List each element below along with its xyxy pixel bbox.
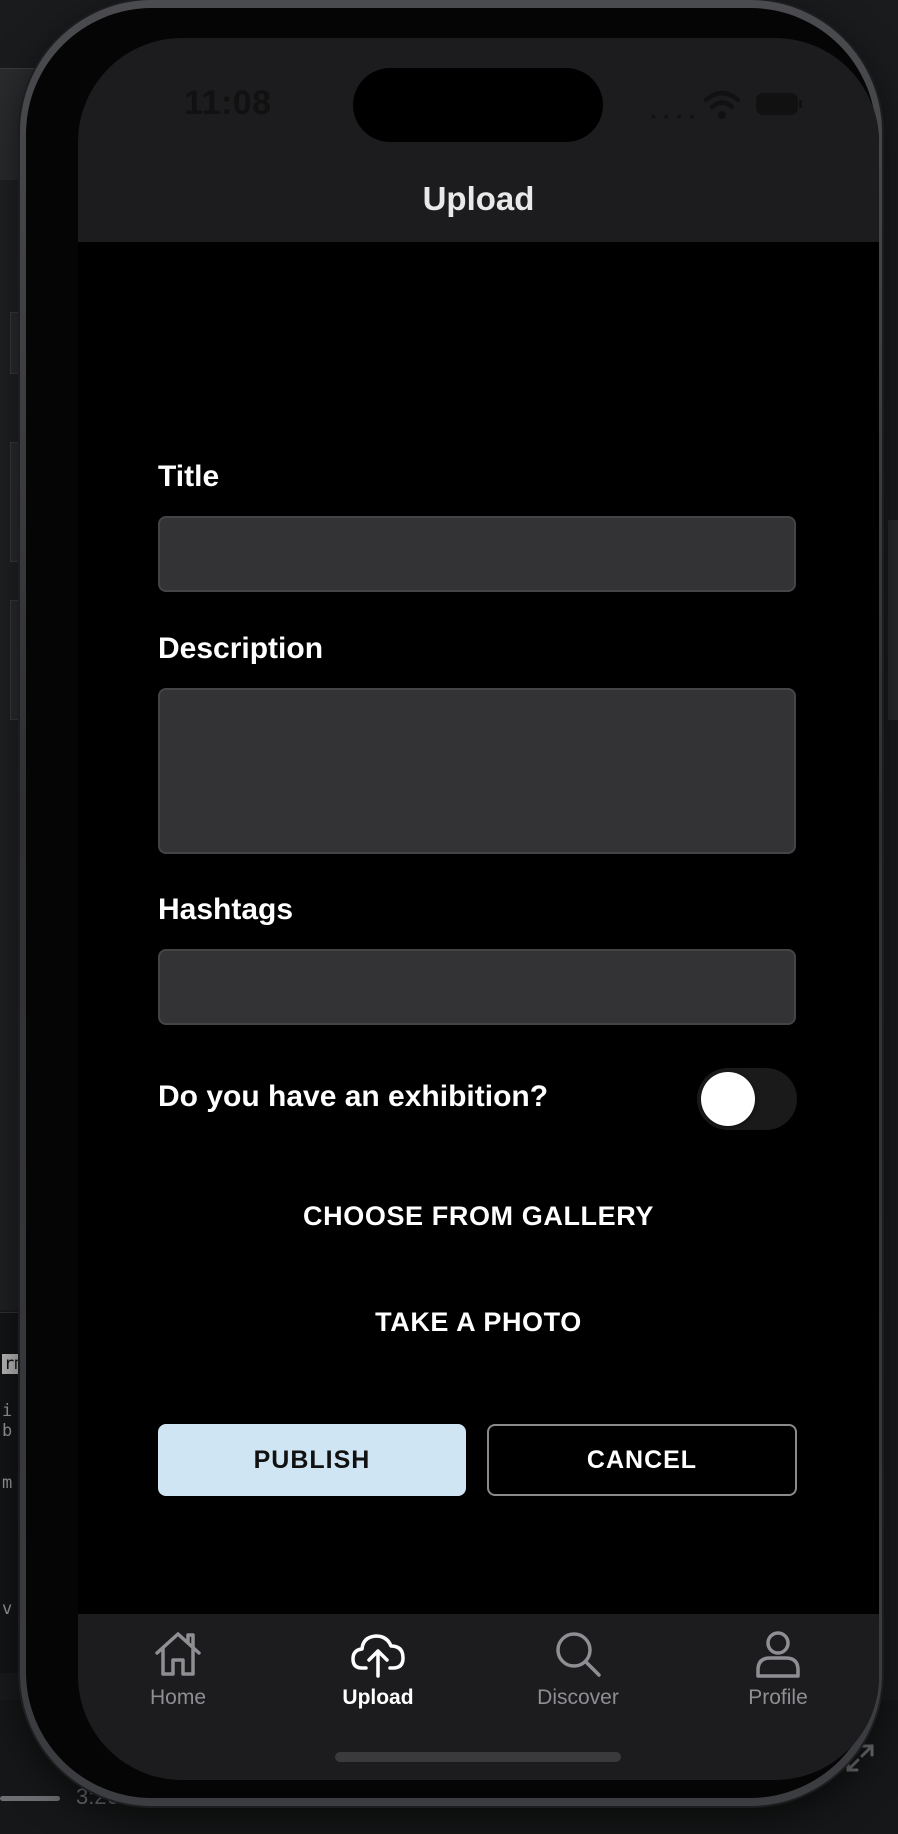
take-photo-button[interactable]: TAKE A PHOTO <box>78 1307 879 1338</box>
tab-label: Home <box>149 1686 207 1709</box>
tab-discover[interactable]: Discover <box>503 1628 653 1710</box>
background-scrollbar <box>888 520 898 720</box>
exhibition-toggle[interactable] <box>697 1068 797 1130</box>
toggle-knob <box>701 1072 755 1126</box>
search-icon <box>556 1632 601 1677</box>
signal-dots-icon: • • • • <box>651 108 697 124</box>
home-icon <box>155 1632 201 1676</box>
background-terminal-line: m <box>2 1473 13 1493</box>
tab-upload[interactable]: Upload <box>303 1628 453 1710</box>
page-title: Upload <box>422 180 535 217</box>
battery-icon <box>756 93 802 115</box>
home-indicator[interactable] <box>335 1752 621 1762</box>
publish-button[interactable]: PUBLISH <box>158 1424 466 1496</box>
tab-label: Discover <box>537 1686 619 1709</box>
background-progress-bar[interactable] <box>0 1796 60 1801</box>
status-bar-time: 11:08 <box>184 84 272 122</box>
tab-label: Upload <box>342 1686 414 1709</box>
background-terminal-line: i <box>2 1401 13 1421</box>
tab-home[interactable]: Home <box>103 1628 253 1710</box>
description-input[interactable] <box>158 688 796 854</box>
title-label: Title <box>158 460 220 493</box>
desktop-background: rm i b m v 3:26 11:08 • • • • Upload Tit… <box>0 0 898 1834</box>
dynamic-island <box>353 68 603 142</box>
tab-label: Profile <box>748 1686 808 1709</box>
choose-from-gallery-button[interactable]: CHOOSE FROM GALLERY <box>78 1201 879 1232</box>
hashtags-input[interactable] <box>158 949 796 1025</box>
app-screen: 11:08 • • • • Upload Title Description H… <box>78 38 879 1780</box>
wifi-icon <box>704 90 740 119</box>
background-terminal-line: b <box>2 1421 13 1441</box>
person-icon <box>756 1631 800 1678</box>
cancel-button[interactable]: CANCEL <box>487 1424 797 1496</box>
hashtags-label: Hashtags <box>158 893 294 926</box>
background-terminal-line: v <box>2 1599 13 1619</box>
exhibition-label: Do you have an exhibition? <box>158 1080 549 1113</box>
cloud-upload-icon <box>351 1634 405 1678</box>
title-input[interactable] <box>158 516 796 592</box>
tab-profile[interactable]: Profile <box>703 1628 853 1710</box>
description-label: Description <box>158 632 324 665</box>
phone-bezel: 11:08 • • • • Upload Title Description H… <box>26 8 879 1798</box>
